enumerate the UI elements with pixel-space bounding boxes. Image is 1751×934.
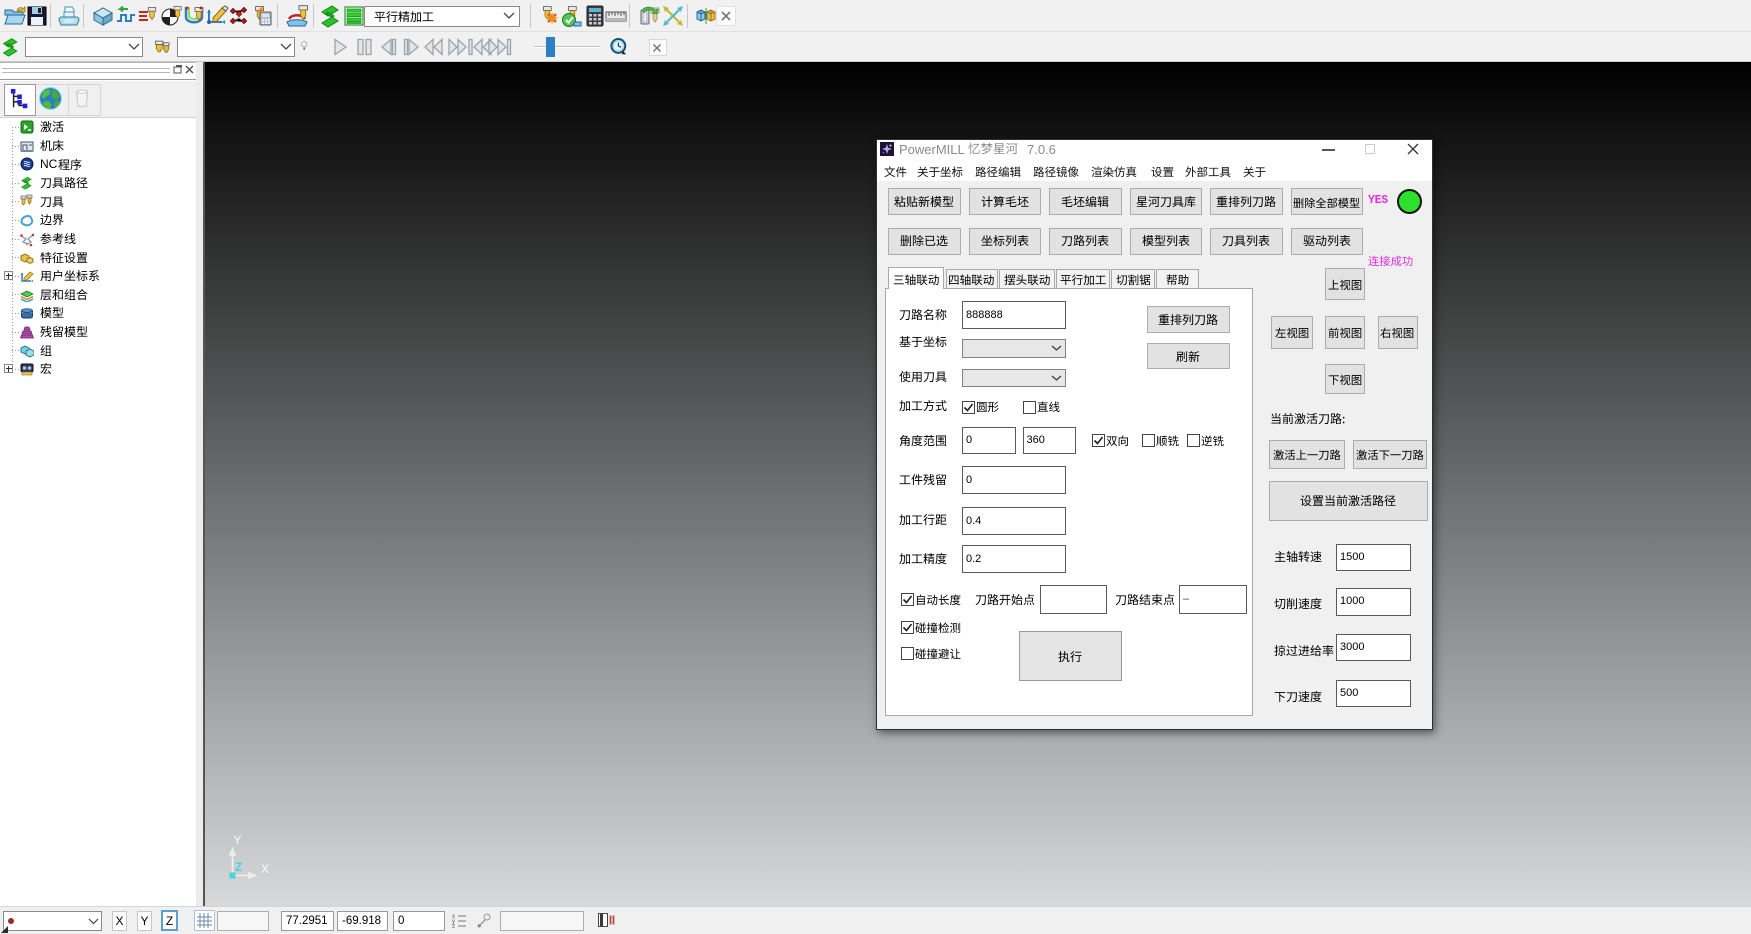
svg-text:Z: Z — [235, 860, 242, 874]
svg-text:z: z — [452, 924, 455, 929]
svg-text:Y: Y — [234, 833, 242, 847]
svg-text:X: X — [261, 862, 269, 876]
